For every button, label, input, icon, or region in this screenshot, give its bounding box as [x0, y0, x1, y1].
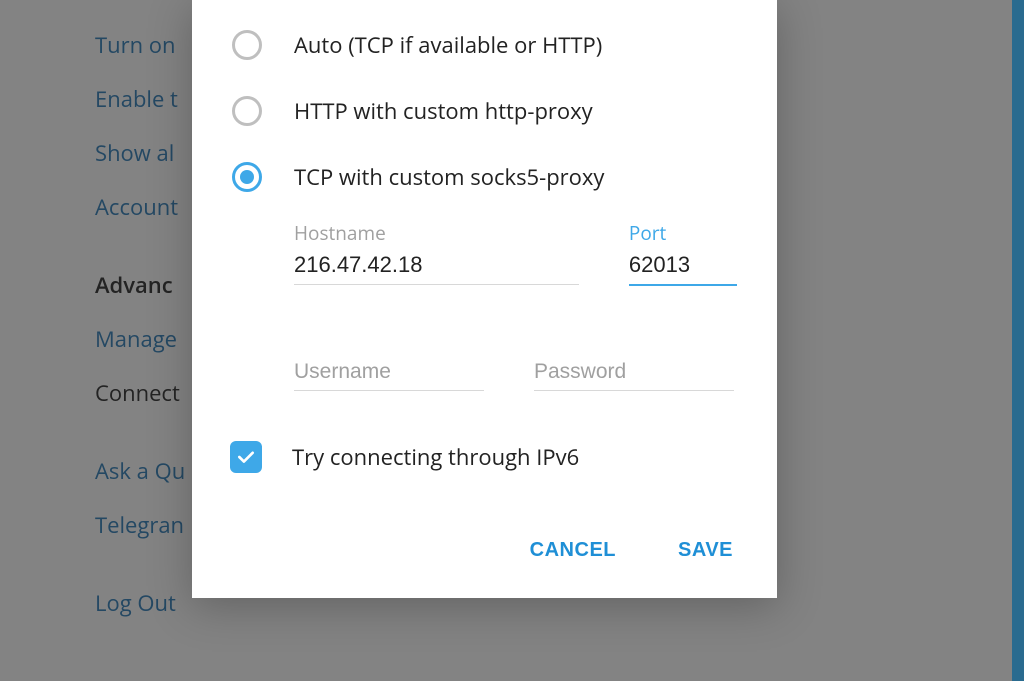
password-input[interactable]	[534, 354, 734, 391]
port-input[interactable]	[629, 248, 737, 286]
username-input[interactable]	[294, 354, 484, 391]
hostname-label: Hostname	[294, 220, 579, 246]
save-button[interactable]: SAVE	[674, 533, 737, 568]
radio-option-tcp-socks5[interactable]: TCP with custom socks5-proxy	[192, 144, 777, 210]
ipv6-label: Try connecting through IPv6	[292, 442, 579, 472]
radio-icon	[232, 162, 262, 192]
radio-icon	[232, 30, 262, 60]
connection-type-dialog: Auto (TCP if available or HTTP) HTTP wit…	[192, 0, 777, 598]
cancel-button[interactable]: CANCEL	[526, 533, 620, 568]
right-edge-strip	[1012, 0, 1024, 681]
radio-icon	[232, 96, 262, 126]
hostname-input[interactable]	[294, 248, 579, 285]
radio-label-http: HTTP with custom http-proxy	[294, 96, 593, 126]
check-icon	[236, 447, 256, 467]
radio-option-http[interactable]: HTTP with custom http-proxy	[192, 78, 777, 144]
radio-option-auto[interactable]: Auto (TCP if available or HTTP)	[192, 12, 777, 78]
radio-label-tcp: TCP with custom socks5-proxy	[294, 162, 604, 192]
radio-label-auto: Auto (TCP if available or HTTP)	[294, 30, 602, 60]
port-label: Port	[629, 220, 737, 246]
ipv6-checkbox[interactable]	[230, 441, 262, 473]
